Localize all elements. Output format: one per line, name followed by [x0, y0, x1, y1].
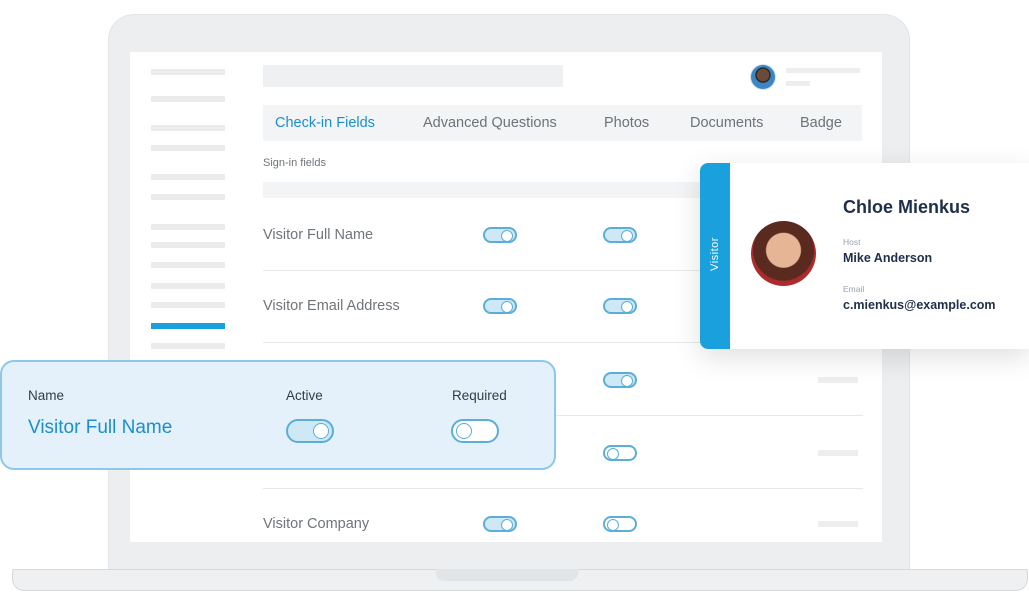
- required-toggle[interactable]: [603, 516, 637, 532]
- tab-check-in-fields[interactable]: Check-in Fields: [275, 105, 375, 141]
- active-column-label: Active: [286, 388, 323, 403]
- sidebar-item[interactable]: [151, 224, 225, 230]
- required-toggle[interactable]: [603, 372, 637, 388]
- field-label: Visitor Email Address: [263, 298, 400, 314]
- email-label: Email: [843, 284, 865, 294]
- field-detail-card: Name Active Required Visitor Full Name: [0, 360, 556, 470]
- visitor-tag: Visitor: [700, 163, 730, 349]
- required-toggle[interactable]: [603, 227, 637, 243]
- sidebar-item[interactable]: [151, 145, 225, 151]
- user-role-placeholder: [786, 81, 810, 86]
- required-column-label: Required: [452, 388, 507, 403]
- row-divider: [263, 488, 863, 489]
- sidebar-item[interactable]: [151, 96, 225, 102]
- name-column-label: Name: [28, 388, 65, 403]
- required-toggle[interactable]: [603, 298, 637, 314]
- visitor-tag-label: Visitor: [709, 237, 721, 271]
- active-toggle[interactable]: [483, 298, 517, 314]
- host-label: Host: [843, 237, 861, 247]
- visitor-card[interactable]: Visitor Chloe Mienkus Host Mike Anderson…: [700, 163, 1029, 349]
- section-label: Sign-in fields: [263, 157, 326, 169]
- search-bar[interactable]: [263, 65, 563, 87]
- required-toggle[interactable]: [603, 445, 637, 461]
- sidebar-item[interactable]: [151, 302, 225, 308]
- tab-advanced-questions[interactable]: Advanced Questions: [423, 105, 557, 141]
- tab-bar: Check-in Fields Advanced Questions Photo…: [263, 105, 862, 141]
- sidebar-item[interactable]: [151, 343, 225, 349]
- required-toggle-large[interactable]: [451, 419, 499, 443]
- sidebar-item[interactable]: [151, 125, 225, 131]
- visitor-email: c.mienkus@example.com: [843, 298, 996, 312]
- laptop-notch: [436, 569, 578, 581]
- field-label: Visitor Company: [263, 516, 370, 532]
- sidebar-item[interactable]: [151, 283, 225, 289]
- tab-documents[interactable]: Documents: [690, 105, 763, 141]
- active-toggle[interactable]: [483, 227, 517, 243]
- field-label: Visitor Full Name: [263, 227, 374, 243]
- tab-badge[interactable]: Badge: [800, 105, 842, 141]
- row-placeholder: [818, 521, 858, 527]
- user-name-placeholder: [786, 68, 860, 73]
- field-name: Visitor Full Name: [28, 417, 173, 438]
- sidebar-item[interactable]: [151, 174, 225, 180]
- sidebar-item-active[interactable]: [151, 323, 225, 329]
- row-placeholder: [818, 450, 858, 456]
- sidebar-item[interactable]: [151, 194, 225, 200]
- host-name: Mike Anderson: [843, 251, 933, 265]
- user-avatar-icon[interactable]: [750, 64, 776, 90]
- visitor-photo: [751, 221, 816, 286]
- sidebar-item[interactable]: [151, 242, 225, 248]
- tab-photos[interactable]: Photos: [604, 105, 649, 141]
- active-toggle-large[interactable]: [286, 419, 334, 443]
- visitor-name: Chloe Mienkus: [843, 197, 971, 217]
- sidebar-item[interactable]: [151, 69, 225, 75]
- active-toggle[interactable]: [483, 516, 517, 532]
- sidebar-item[interactable]: [151, 262, 225, 268]
- row-placeholder: [818, 377, 858, 383]
